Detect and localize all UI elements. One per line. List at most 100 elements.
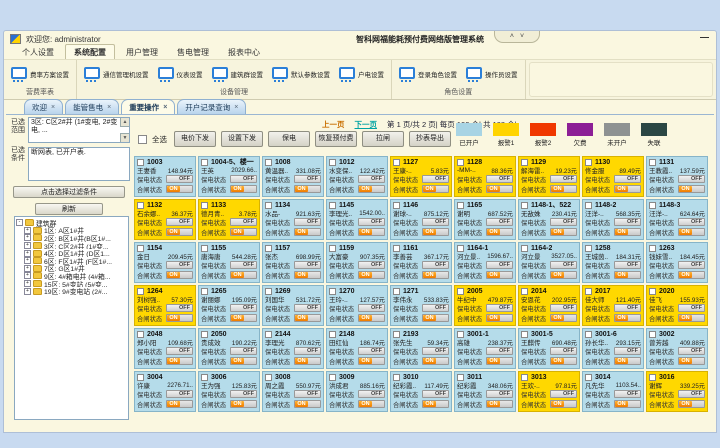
protect-status-toggle[interactable]: OFF: [230, 304, 257, 312]
selected-condition-box[interactable]: 断网表, 已开户表.: [28, 147, 130, 181]
protect-status-toggle[interactable]: OFF: [486, 347, 513, 355]
switch-status-toggle[interactable]: ON: [294, 314, 321, 322]
switch-status-toggle[interactable]: ON: [614, 357, 641, 365]
tree-expand-icon[interactable]: +: [24, 234, 31, 241]
tree-expand-icon[interactable]: +: [24, 257, 31, 264]
protect-status-toggle[interactable]: OFF: [550, 175, 577, 183]
next-page-link[interactable]: 下一页: [355, 119, 378, 130]
switch-status-toggle[interactable]: ON: [550, 228, 577, 236]
tree-collapse-icon[interactable]: -: [16, 219, 23, 226]
tree-item-1[interactable]: +1区: A区1#井: [16, 227, 127, 235]
tab-2[interactable]: 能管售电×: [65, 99, 119, 114]
tree-root[interactable]: -建筑群: [16, 219, 127, 227]
protect-status-toggle[interactable]: OFF: [230, 261, 257, 269]
switch-status-toggle[interactable]: ON: [358, 314, 385, 322]
protect-status-toggle[interactable]: OFF: [614, 347, 641, 355]
protect-status-toggle[interactable]: OFF: [358, 347, 385, 355]
switch-status-toggle[interactable]: ON: [358, 400, 385, 408]
protect-status-toggle[interactable]: OFF: [358, 390, 385, 398]
switch-status-toggle[interactable]: ON: [358, 357, 385, 365]
switch-status-toggle[interactable]: ON: [614, 185, 641, 193]
toolbar-button-2[interactable]: 设置下发: [221, 131, 263, 147]
switch-status-toggle[interactable]: ON: [358, 228, 385, 236]
refresh-button[interactable]: 刷新: [35, 203, 103, 215]
tab-close-icon[interactable]: ×: [107, 104, 111, 111]
ribbon-button[interactable]: 操作员设置: [464, 66, 520, 83]
tree-expand-icon[interactable]: +: [24, 242, 31, 249]
protect-status-toggle[interactable]: OFF: [422, 347, 449, 355]
protect-status-toggle[interactable]: OFF: [294, 175, 321, 183]
protect-status-toggle[interactable]: OFF: [486, 390, 513, 398]
switch-status-toggle[interactable]: ON: [358, 271, 385, 279]
protect-status-toggle[interactable]: OFF: [166, 304, 193, 312]
prev-page-link[interactable]: 上一页: [322, 119, 345, 130]
switch-status-toggle[interactable]: ON: [294, 357, 321, 365]
tree-expand-icon[interactable]: +: [24, 250, 31, 257]
ribbon-button[interactable]: 户电设置: [337, 66, 386, 83]
tab-close-icon[interactable]: ×: [51, 104, 55, 111]
protect-status-toggle[interactable]: OFF: [230, 347, 257, 355]
protect-status-toggle[interactable]: OFF: [230, 390, 257, 398]
switch-status-toggle[interactable]: ON: [678, 314, 705, 322]
protect-status-toggle[interactable]: OFF: [294, 261, 321, 269]
switch-status-toggle[interactable]: ON: [550, 185, 577, 193]
protect-status-toggle[interactable]: OFF: [550, 347, 577, 355]
tree-item-3[interactable]: +3区: C区2#井 (1#变...: [16, 242, 127, 250]
protect-status-toggle[interactable]: OFF: [166, 261, 193, 269]
filter-button[interactable]: 点击选择过滤条件: [13, 186, 125, 198]
ribbon-button[interactable]: 建筑群设置: [210, 66, 266, 83]
protect-status-toggle[interactable]: OFF: [166, 390, 193, 398]
ribbon-button[interactable]: 默认参数设置: [270, 66, 332, 83]
tree-expand-icon[interactable]: +: [24, 265, 31, 272]
switch-status-toggle[interactable]: ON: [166, 400, 193, 408]
switch-status-toggle[interactable]: ON: [614, 228, 641, 236]
menu-item-2[interactable]: 系统配置: [65, 44, 115, 59]
switch-status-toggle[interactable]: ON: [678, 228, 705, 236]
scroll-down-icon[interactable]: ▼: [120, 133, 129, 142]
switch-status-toggle[interactable]: ON: [166, 228, 193, 236]
protect-status-toggle[interactable]: OFF: [678, 347, 705, 355]
protect-status-toggle[interactable]: OFF: [678, 304, 705, 312]
protect-status-toggle[interactable]: OFF: [486, 218, 513, 226]
switch-status-toggle[interactable]: ON: [614, 314, 641, 322]
protect-status-toggle[interactable]: OFF: [550, 390, 577, 398]
switch-status-toggle[interactable]: ON: [678, 400, 705, 408]
protect-status-toggle[interactable]: OFF: [422, 390, 449, 398]
switch-status-toggle[interactable]: ON: [422, 228, 449, 236]
room-checkbox[interactable]: [457, 159, 464, 166]
switch-status-toggle[interactable]: ON: [486, 314, 513, 322]
protect-status-toggle[interactable]: OFF: [358, 261, 385, 269]
protect-status-toggle[interactable]: OFF: [294, 390, 321, 398]
tab-4[interactable]: 开户记录查询×: [177, 99, 246, 114]
switch-status-toggle[interactable]: ON: [294, 185, 321, 193]
switch-status-toggle[interactable]: ON: [294, 228, 321, 236]
switch-status-toggle[interactable]: ON: [486, 185, 513, 193]
switch-status-toggle[interactable]: ON: [230, 185, 257, 193]
protect-status-toggle[interactable]: OFF: [422, 218, 449, 226]
switch-status-toggle[interactable]: ON: [294, 400, 321, 408]
protect-status-toggle[interactable]: OFF: [550, 218, 577, 226]
tree-item-9[interactable]: +19区: 9#变电站 (2#...: [16, 287, 127, 295]
protect-status-toggle[interactable]: OFF: [614, 175, 641, 183]
switch-status-toggle[interactable]: ON: [422, 185, 449, 193]
switch-status-toggle[interactable]: ON: [678, 271, 705, 279]
protect-status-toggle[interactable]: OFF: [294, 347, 321, 355]
ribbon-button[interactable]: 仪表设置: [156, 66, 205, 83]
switch-status-toggle[interactable]: ON: [486, 400, 513, 408]
switch-status-toggle[interactable]: ON: [486, 228, 513, 236]
protect-status-toggle[interactable]: OFF: [422, 261, 449, 269]
toolbar-button-4[interactable]: 恢复预付费: [315, 131, 357, 147]
protect-status-toggle[interactable]: OFF: [166, 218, 193, 226]
protect-status-toggle[interactable]: OFF: [550, 261, 577, 269]
switch-status-toggle[interactable]: ON: [166, 271, 193, 279]
tree-item-7[interactable]: +9区: 4#箱电井 (4#箱...: [16, 272, 127, 280]
protect-status-toggle[interactable]: OFF: [678, 218, 705, 226]
switch-status-toggle[interactable]: ON: [230, 314, 257, 322]
ribbon-button[interactable]: 登录角色设置: [397, 66, 459, 83]
switch-status-toggle[interactable]: ON: [678, 185, 705, 193]
protect-status-toggle[interactable]: OFF: [294, 304, 321, 312]
tree-expand-icon[interactable]: +: [24, 280, 31, 287]
protect-status-toggle[interactable]: OFF: [358, 218, 385, 226]
switch-status-toggle[interactable]: ON: [422, 357, 449, 365]
minimize-button[interactable]: —: [700, 32, 709, 42]
